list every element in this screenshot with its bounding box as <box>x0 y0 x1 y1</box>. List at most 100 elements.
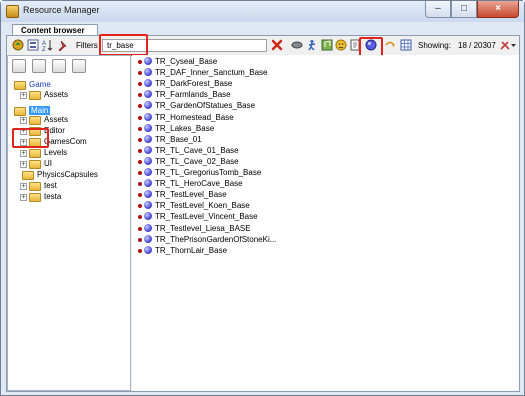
level-sphere-icon <box>144 168 152 176</box>
level-sphere-icon <box>144 190 152 199</box>
list-item-label: TR_DarkForest_Base <box>155 79 233 89</box>
list-item[interactable]: TR_TL_Cave_02_Base <box>138 156 498 167</box>
status-dot-icon <box>138 237 142 242</box>
list-item-label: TR_DAF_Inner_Sanctum_Base <box>155 68 268 78</box>
expand-icon[interactable]: + <box>20 139 27 146</box>
status-dot-icon <box>138 148 142 153</box>
tree-item[interactable]: + UI <box>20 159 126 170</box>
status-dot-icon <box>138 115 142 120</box>
list-item-label: TR_ThePrisonGardenOfStoneKi... <box>155 234 277 244</box>
level-sphere-icon <box>144 101 152 110</box>
svg-text:Z: Z <box>42 47 46 51</box>
tree-item[interactable]: + Editor <box>20 126 126 137</box>
level-sphere-icon <box>144 79 152 88</box>
tree-item[interactable]: + Assets <box>20 115 126 126</box>
resource-manager-window: Resource Manager – □ × Content browser A… <box>0 0 525 396</box>
list-item[interactable]: TR_Base_01 <box>138 134 498 145</box>
maximize-button[interactable]: □ <box>451 1 477 18</box>
refresh-icon[interactable] <box>12 39 24 51</box>
script-icon[interactable] <box>349 39 361 51</box>
level-sphere-icon <box>144 245 152 254</box>
settings-button[interactable] <box>72 59 86 73</box>
expand-icon[interactable]: + <box>20 161 27 168</box>
tree-item[interactable]: + GamesCom <box>20 137 126 148</box>
tree-item[interactable]: + Assets <box>20 90 126 101</box>
import-button[interactable] <box>52 59 66 73</box>
status-dot-icon <box>138 159 142 164</box>
list-item-label: TR_TL_Cave_02_Base <box>155 156 239 166</box>
folder-icon <box>29 193 41 202</box>
tree-item-label: UI <box>44 159 52 168</box>
filter-input[interactable] <box>102 39 267 52</box>
list-item-label: TR_TL_HeroCave_Base <box>155 179 243 189</box>
list-item[interactable]: TR_Cyseal_Base <box>138 56 498 67</box>
list-item[interactable]: TR_TL_HeroCave_Base <box>138 178 498 189</box>
tree-item-label: GamesCom <box>44 137 87 146</box>
list-item[interactable]: TR_ThornLair_Base <box>138 245 498 256</box>
expand-icon[interactable]: + <box>20 117 27 124</box>
list-item[interactable]: TR_TestLevel_Vincent_Base <box>138 211 498 222</box>
list-item-label: TR_TestLevel_Vincent_Base <box>155 212 258 222</box>
list-item[interactable]: TR_Homestead_Base <box>138 112 498 123</box>
list-item-label: TR_Base_01 <box>155 134 202 144</box>
expand-icon[interactable]: + <box>20 183 27 190</box>
tree-item[interactable]: + test <box>20 181 126 192</box>
expand-icon[interactable]: + <box>20 128 27 135</box>
chevron-down-icon[interactable] <box>510 39 517 51</box>
tree-item-label: Assets <box>44 115 69 124</box>
expand-icon[interactable]: + <box>20 92 27 99</box>
list-item-label: TR_TL_GregoriusTomb_Base <box>155 168 262 177</box>
expand-icon[interactable]: + <box>20 194 27 201</box>
folder-tree-pane: Game + Assets Main + Assets + Editor + GamesCom + L… <box>7 55 131 391</box>
status-dot-icon <box>138 226 142 231</box>
list-item[interactable]: TR_GardenOfStatues_Base <box>138 100 498 111</box>
status-dot-icon <box>138 60 142 64</box>
animation-icon[interactable] <box>306 39 318 51</box>
clear-filter-icon[interactable] <box>271 39 283 51</box>
list-item[interactable]: TR_DAF_Inner_Sanctum_Base <box>138 67 498 78</box>
list-item[interactable]: TR_Lakes_Base <box>138 123 498 134</box>
close-button[interactable]: × <box>477 1 519 18</box>
level-sphere-icon <box>144 201 152 210</box>
undo-arrow-icon[interactable] <box>384 39 396 51</box>
tree-item[interactable]: PhysicsCapsules <box>20 170 126 181</box>
list-item[interactable]: TR_TL_Cave_01_Base <box>138 145 498 156</box>
tree-item-label: PhysicsCapsules <box>37 170 98 179</box>
minimize-button[interactable]: – <box>425 1 451 18</box>
level-sphere-icon <box>144 145 152 154</box>
expand-icon[interactable]: + <box>20 150 27 157</box>
list-item-label: TR_TL_Cave_01_Base <box>155 145 239 155</box>
level-sphere-icon[interactable] <box>365 39 377 51</box>
new-folder-button[interactable] <box>12 59 26 73</box>
status-dot-icon <box>138 126 142 131</box>
sort-az-icon[interactable]: AZ <box>42 39 54 51</box>
level-sphere-icon <box>144 223 152 232</box>
list-item[interactable]: TR_TestLevel_Koen_Base <box>138 200 498 211</box>
level-sphere-icon <box>144 179 152 188</box>
list-item[interactable]: TR_TL_GregoriusTomb_Base <box>138 167 498 178</box>
filters-label: Filters <box>76 41 98 50</box>
list-item[interactable]: TR_ThePrisonGardenOfStoneKi... <box>138 234 498 245</box>
level-sphere-icon <box>144 112 152 121</box>
view-list-icon[interactable] <box>27 39 39 51</box>
folder-icon <box>22 171 34 180</box>
character-icon[interactable] <box>335 39 347 51</box>
list-item[interactable]: TR_Testlevel_Liesa_BASE <box>138 223 498 234</box>
sound-icon[interactable] <box>321 39 333 51</box>
level-sphere-icon <box>144 156 152 165</box>
title-bar[interactable]: Resource Manager – □ × <box>1 1 524 22</box>
grid-icon[interactable] <box>400 39 412 51</box>
open-folder-button[interactable] <box>32 59 46 73</box>
folder-icon <box>29 182 41 191</box>
status-dot-icon <box>138 137 142 142</box>
list-item-label: TR_Homestead_Base <box>155 112 234 122</box>
list-item[interactable]: TR_Farmlands_Base <box>138 89 498 100</box>
list-item[interactable]: TR_TestLevel_Base <box>138 189 498 200</box>
texture-icon[interactable] <box>291 39 303 51</box>
pin-icon[interactable] <box>57 39 69 51</box>
tree-item[interactable]: + Levels <box>20 148 126 159</box>
list-item-label: TR_ThornLair_Base <box>155 245 228 255</box>
list-item[interactable]: TR_DarkForest_Base <box>138 78 498 89</box>
tree-item[interactable]: + testa <box>20 192 126 203</box>
folder-icon <box>29 149 41 158</box>
